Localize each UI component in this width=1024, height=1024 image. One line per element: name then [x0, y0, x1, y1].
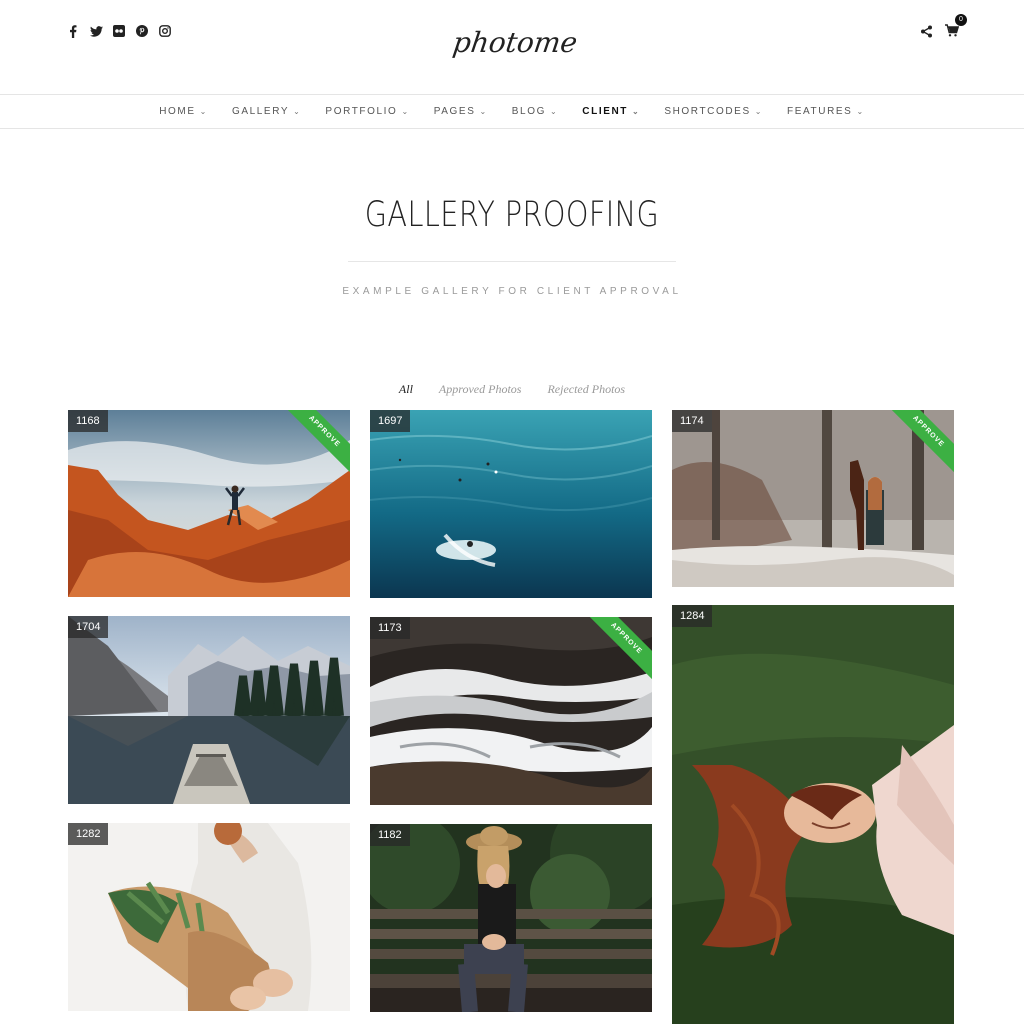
photo-woman-bench — [370, 824, 652, 1012]
pinterest-icon[interactable] — [135, 24, 149, 38]
twitter-icon[interactable] — [89, 24, 103, 38]
filter-approved-photos[interactable]: Approved Photos — [439, 382, 522, 397]
gallery-tile-1697[interactable]: 1697 — [370, 410, 652, 598]
filter-rejected-photos[interactable]: Rejected Photos — [547, 382, 625, 397]
nav-item-blog[interactable]: BLOG ⌄ — [512, 106, 559, 117]
instagram-icon[interactable] — [158, 24, 172, 38]
photo-waves — [370, 617, 652, 805]
nav-item-home[interactable]: HOME ⌄ — [159, 106, 208, 117]
image-id-badge: 1282 — [68, 823, 109, 845]
chevron-down-icon: ⌄ — [199, 107, 208, 116]
nav-item-label: PORTFOLIO — [325, 106, 398, 117]
logo-text: photome — [452, 26, 576, 59]
site-header: photome 0 — [0, 0, 1024, 94]
photo-mountain-lake — [68, 616, 350, 804]
photo-horse-forest — [672, 410, 954, 587]
nav-item-label: GALLERY — [231, 106, 290, 117]
image-id-badge: 1284 — [672, 605, 713, 627]
gallery-tile-1284[interactable]: 1284 — [672, 605, 954, 1024]
image-id-badge: 1704 — [68, 616, 109, 638]
main-nav: HOME ⌄ GALLERY ⌄ PORTFOLIO ⌄ PAGES ⌄ BLOG ⌄ CLIENT… — [0, 94, 1024, 129]
photo-woman-grass — [672, 605, 954, 1024]
nav-item-client[interactable]: CLIENT ⌄ — [582, 106, 640, 117]
gallery-tile-1282[interactable]: 1282 — [68, 823, 350, 1011]
nav-item-label: SHORTCODES — [664, 106, 751, 117]
chevron-down-icon: ⌄ — [754, 107, 764, 116]
chevron-down-icon: ⌄ — [479, 107, 488, 116]
image-id-badge: 1173 — [370, 617, 410, 639]
nav-item-label: PAGES — [433, 106, 476, 117]
image-id-badge: 1168 — [68, 410, 108, 432]
nav-item-label: HOME — [159, 106, 196, 117]
share-icon[interactable] — [920, 25, 934, 39]
filter-all[interactable]: All — [399, 382, 413, 397]
photo-bouquet — [68, 823, 350, 1011]
nav-item-shortcodes[interactable]: SHORTCODES ⌄ — [664, 106, 763, 117]
flickr-icon[interactable] — [112, 24, 126, 38]
chevron-down-icon: ⌄ — [856, 107, 865, 116]
title-divider — [348, 261, 676, 262]
page-subtitle: EXAMPLE GALLERY FOR CLIENT APPROVAL — [342, 286, 682, 297]
social-links — [66, 24, 172, 38]
page-title: GALLERY PROOFING — [364, 195, 660, 235]
image-id-badge: 1697 — [370, 410, 411, 432]
gallery-tile-1174[interactable]: 1174 APPROVE — [672, 410, 954, 587]
chevron-down-icon: ⌄ — [549, 107, 559, 116]
nav-item-portfolio[interactable]: PORTFOLIO ⌄ — [325, 106, 409, 117]
nav-item-features[interactable]: FEATURES ⌄ — [787, 106, 865, 117]
chevron-down-icon: ⌄ — [401, 107, 410, 116]
site-logo[interactable]: photome — [452, 22, 576, 68]
image-id-badge: 1182 — [370, 824, 410, 846]
nav-item-pages[interactable]: PAGES ⌄ — [434, 106, 488, 117]
photo-canyon — [68, 410, 350, 597]
nav-item-label: FEATURES — [787, 106, 853, 117]
header-actions: 0 — [920, 14, 967, 40]
gallery-filters: All Approved Photos Rejected Photos — [0, 382, 1024, 397]
gallery-tile-1168[interactable]: 1168 APPROVE — [68, 410, 350, 597]
gallery-tile-1704[interactable]: 1704 — [68, 616, 350, 804]
image-id-badge: 1174 — [672, 410, 712, 432]
chevron-down-icon: ⌄ — [293, 107, 302, 116]
cart-icon[interactable]: 0 — [945, 14, 967, 40]
cart-count-badge: 0 — [955, 14, 967, 26]
gallery-tile-1173[interactable]: 1173 APPROVE — [370, 617, 652, 805]
chevron-down-icon: ⌄ — [632, 107, 641, 116]
gallery-tile-1182[interactable]: 1182 — [370, 824, 652, 1012]
nav-item-gallery[interactable]: GALLERY ⌄ — [232, 106, 301, 117]
nav-item-label: CLIENT — [582, 106, 629, 117]
nav-item-label: BLOG — [511, 106, 546, 117]
facebook-icon[interactable] — [66, 24, 80, 38]
photo-ocean — [370, 410, 652, 598]
